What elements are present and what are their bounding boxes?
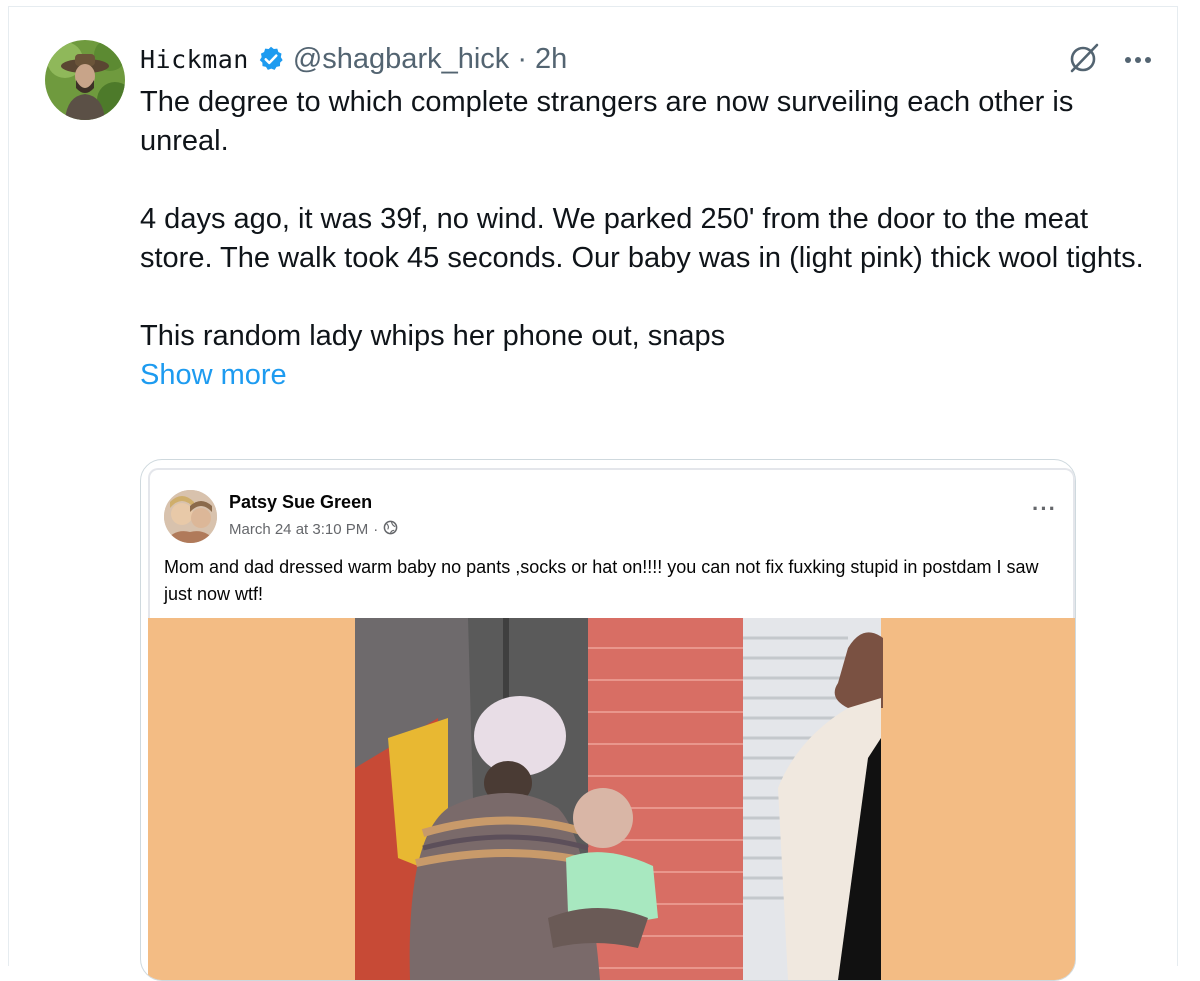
tweet-paragraph: 4 days ago, it was 39f, no wind. We park… <box>140 203 1144 274</box>
more-options-icon[interactable] <box>1123 52 1153 70</box>
tweet-text: The degree to which complete strangers a… <box>140 83 1150 395</box>
author-avatar[interactable] <box>45 40 125 120</box>
embedded-post-meta: March 24 at 3:10 PM · <box>229 520 398 539</box>
tweet-timestamp[interactable]: 2h <box>535 43 567 76</box>
show-more-link[interactable]: Show more <box>140 356 1150 395</box>
globe-icon <box>383 520 398 539</box>
embedded-post-header: Patsy Sue Green March 24 at 3:10 PM · ··… <box>148 468 1075 620</box>
tweet-paragraph: This random lady whips her phone out, sn… <box>140 320 726 352</box>
embedded-post-text: Mom and dad dressed warm baby no pants ,… <box>164 557 1039 604</box>
embedded-author-avatar <box>164 490 217 543</box>
grok-icon[interactable] <box>1067 41 1101 80</box>
tweet-header: Hickman @shagbark_hick · 2h <box>140 41 567 77</box>
embedded-post-timestamp: March 24 at 3:10 PM <box>229 521 369 538</box>
tweet-media[interactable]: Patsy Sue Green March 24 at 3:10 PM · ··… <box>140 459 1076 981</box>
tweet-card[interactable]: Hickman @shagbark_hick · 2h The degree t… <box>8 6 1178 981</box>
embedded-author-name: Patsy Sue Green <box>229 492 373 512</box>
tweet-paragraph: The degree to which complete strangers a… <box>140 86 1074 157</box>
embedded-meta-separator: · <box>373 521 379 538</box>
header-separator: · <box>517 42 527 75</box>
verified-badge-icon <box>257 45 285 73</box>
embedded-more-options-icon: ··· <box>1032 496 1057 521</box>
tweet-actions-top <box>1067 41 1153 80</box>
author-handle[interactable]: @shagbark_hick <box>293 43 509 76</box>
embedded-post-photo <box>148 618 1075 980</box>
author-name[interactable]: Hickman <box>140 45 249 74</box>
